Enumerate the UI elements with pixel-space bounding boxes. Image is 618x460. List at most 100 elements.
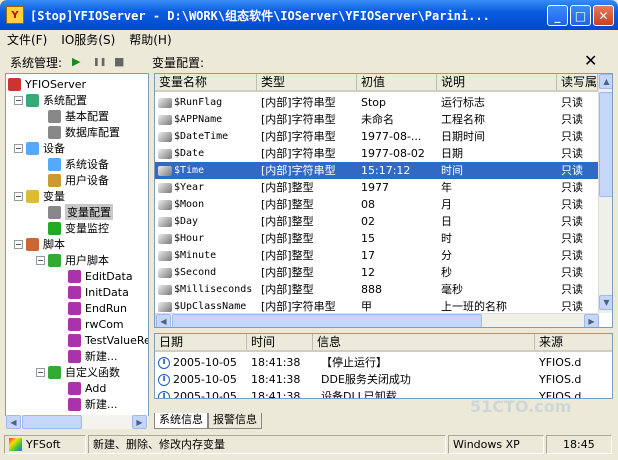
scroll-thumb[interactable] [22,415,82,429]
maximize-button[interactable]: □ [570,5,591,26]
scroll-down-button[interactable]: ▼ [599,295,612,310]
table-cell: [内部]整型 [261,181,314,194]
menu-bar: 文件(F) IO服务(S) 帮助(H) [0,30,618,49]
close-panel-icon[interactable]: ✕ [584,51,597,70]
table-cell: $Minute [155,247,257,264]
tree-item-2[interactable]: 基本配置 [36,108,109,124]
table-cell: 日期 [441,147,463,160]
tab-alarm-info[interactable]: 报警信息 [208,413,262,429]
tree-item-11[interactable]: − 用户脚本 [36,252,109,268]
tree-item-label: 数据库配置 [65,126,120,139]
table-hscrollbar[interactable]: ◀ ▶ [155,313,599,327]
tree-item-3[interactable]: 数据库配置 [36,124,120,140]
scroll-up-button[interactable]: ▲ [599,74,612,89]
stop-icon[interactable]: ■ [114,55,124,68]
table-row[interactable]: $Date [内部]字符串型 1977-08-02 日期 只读 [155,145,598,162]
tree-item-20[interactable]: 新建... [56,396,118,412]
table-row[interactable]: $RunFlag [内部]字符串型 Stop 运行标志 只读 [155,94,598,111]
scroll-thumb[interactable] [172,314,482,327]
tree-item-10[interactable]: − 脚本 [14,236,65,252]
close-button[interactable]: ✕ [593,5,614,26]
variable-icon [158,148,172,159]
table-row[interactable]: $Year [内部]整型 1977 年 只读 [155,179,598,196]
table-row[interactable]: $Hour [内部]整型 15 时 只读 [155,230,598,247]
column-header[interactable]: 初值 [357,74,437,90]
tree-item-8[interactable]: 变量配置 [36,204,113,220]
tree-item-5[interactable]: 系统设备 [36,156,109,172]
log-row[interactable]: i 2005-10-05 18:41:38 DDE服务关闭成功 YFIOS.d [155,371,612,388]
app-icon[interactable]: Y [6,6,24,24]
tree-item-9[interactable]: 变量监控 [36,220,109,236]
menu-io-service[interactable]: IO服务(S) [54,31,122,48]
table-row[interactable]: $DateTime [内部]字符串型 1977-08-... 日期时间 只读 [155,128,598,145]
table-row[interactable]: $Day [内部]整型 02 日 只读 [155,213,598,230]
table-row[interactable]: $Moon [内部]整型 08 月 只读 [155,196,598,213]
scroll-right-button[interactable]: ▶ [584,314,599,327]
collapse-toggle-icon[interactable]: − [14,239,23,249]
tree-item-0[interactable]: YFIOServer [8,76,86,92]
tree-item-16[interactable]: TestValueRe [56,332,148,348]
tree-item-17[interactable]: 新建... [56,348,118,364]
tree-item-4[interactable]: − 设备 [14,140,65,156]
tree-item-1[interactable]: − 系统配置 [14,92,87,108]
variable-icon [158,97,172,108]
doc-icon [48,109,61,123]
column-header[interactable]: 说明 [437,74,557,90]
collapse-toggle-icon[interactable]: − [14,191,23,201]
table-row[interactable]: $Milliseconds [内部]整型 888 毫秒 只读 [155,281,598,298]
menu-help[interactable]: 帮助(H) [122,31,178,48]
table-cell: Stop [361,96,387,109]
tree-hscrollbar[interactable]: ◀ ▶ [6,415,148,429]
tree-item-14[interactable]: EndRun [56,300,127,316]
table-cell: 15:17:12 [361,164,411,177]
table-cell: [内部]整型 [261,283,314,296]
scroll-thumb[interactable] [599,92,612,197]
collapse-toggle-icon[interactable]: − [36,367,45,377]
pause-icon[interactable]: ❚❚ [93,57,106,66]
column-header[interactable]: 变量名称 [155,74,257,90]
minimize-button[interactable]: _ [547,5,568,26]
collapse-toggle-icon[interactable]: − [14,143,23,153]
tree-item-6[interactable]: 用户设备 [36,172,109,188]
column-header[interactable]: 读写属 [557,74,598,90]
log-column-header[interactable]: 来源 [535,334,612,350]
scroll-right-button[interactable]: ▶ [132,415,147,429]
collapse-toggle-icon[interactable]: − [36,255,45,265]
collapse-toggle-icon[interactable]: − [14,95,23,105]
table-row[interactable]: $Second [内部]整型 12 秒 只读 [155,264,598,281]
log-column-header[interactable]: 时间 [247,334,313,350]
table-cell: 日 [441,215,452,228]
table-cell: 时 [441,232,452,245]
table-vscrollbar[interactable]: ▲ ▼ [598,74,612,313]
table-cell: [内部]整型 [261,232,314,245]
device-icon [26,141,39,155]
table-row[interactable]: $Minute [内部]整型 17 分 只读 [155,247,598,264]
log-cell: DDE服务关闭成功 [321,373,411,386]
scroll-left-button[interactable]: ◀ [156,314,171,327]
tree-item-18[interactable]: − 自定义函数 [36,364,120,380]
variable-icon [158,182,172,193]
log-column-header[interactable]: 日期 [155,334,247,350]
tree-item-19[interactable]: Add [56,380,106,396]
column-header[interactable]: 类型 [257,74,357,90]
table-cell: 1977-08-02 [361,147,425,160]
table-cell: 只读 [561,96,583,109]
scroll-left-button[interactable]: ◀ [6,415,21,429]
tree-item-13[interactable]: InitData [56,284,129,300]
tab-system-info[interactable]: 系统信息 [154,413,208,429]
table-row[interactable]: $Time [内部]字符串型 15:17:12 时间 只读 [155,162,598,179]
table-cell: $APPName [155,111,257,128]
play-icon[interactable]: ▶ [72,55,80,68]
menu-file[interactable]: 文件(F) [0,31,54,48]
table-cell: [内部]字符串型 [261,147,336,160]
tree-item-15[interactable]: rwCom [56,316,124,332]
log-row[interactable]: i 2005-10-05 18:41:38 【停止运行】 YFIOS.d [155,354,612,371]
tree-item-7[interactable]: − 变量 [14,188,65,204]
info-icon: i [158,390,170,398]
log-column-header[interactable]: 信息 [313,334,535,350]
table-row[interactable]: $APPName [内部]字符串型 未命名 工程名称 只读 [155,111,598,128]
navigation-tree[interactable]: YFIOServer − 系统配置 基本配置 数据库配置 − 设备 系统设备 用户设备 − 变量 变量… [5,73,149,416]
log-tabs: 系统信息 报警信息 [154,413,394,429]
tree-item-12[interactable]: EditData [56,268,133,284]
logo-icon [9,438,22,451]
